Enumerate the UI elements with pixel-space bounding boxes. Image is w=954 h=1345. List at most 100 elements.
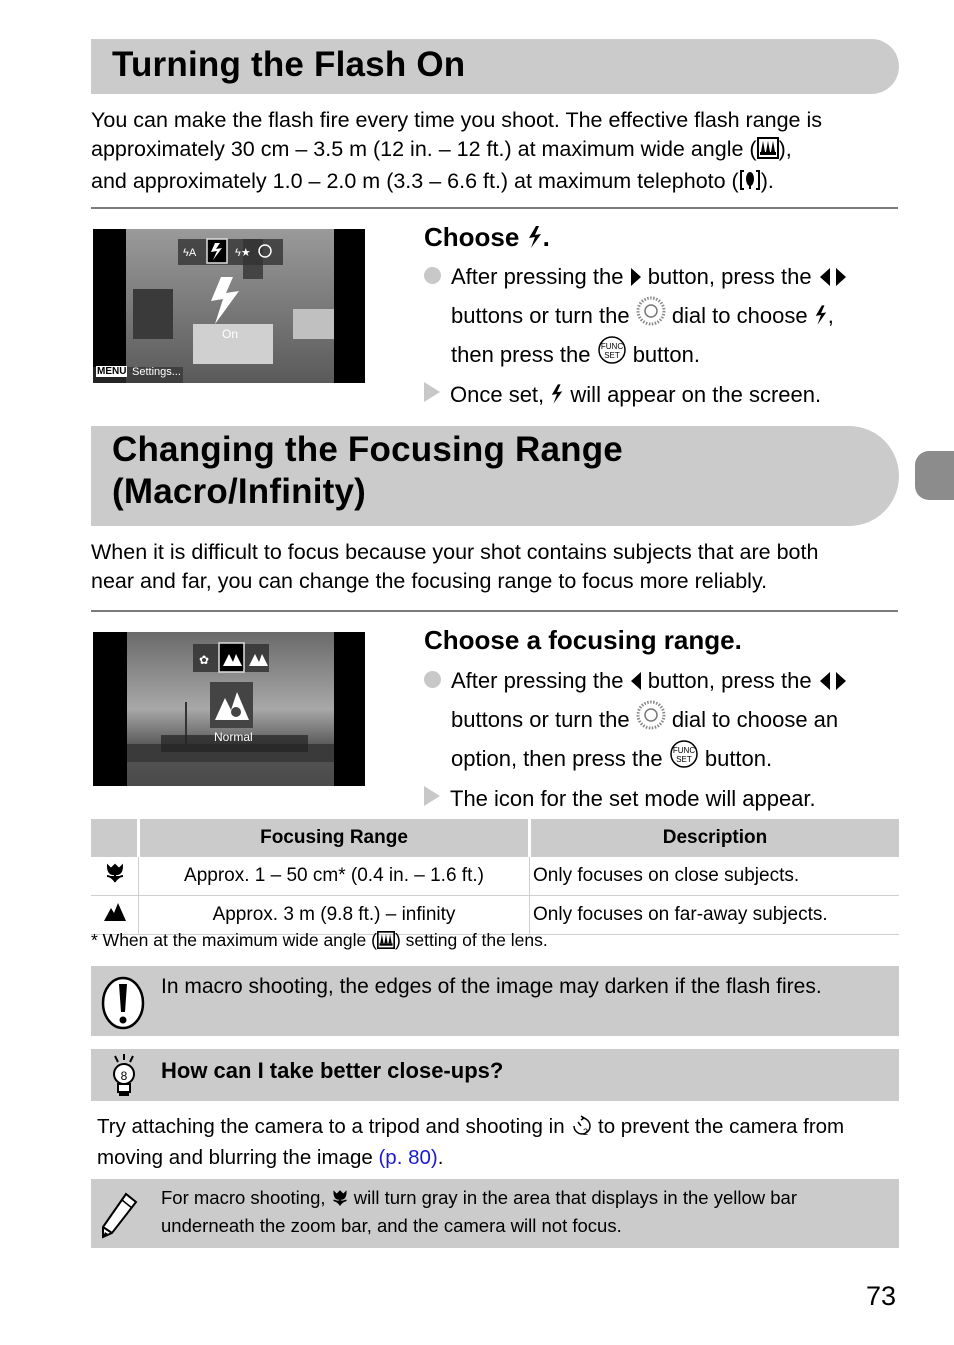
- text: For macro shooting,: [161, 1187, 326, 1208]
- page-number: 73: [866, 1281, 897, 1311]
- screen-mode-label: On: [222, 327, 239, 341]
- intro-line: near and far, you can change the focusin…: [91, 569, 768, 593]
- bullet-dot-icon: [424, 267, 441, 284]
- table-header-description: Description: [529, 819, 899, 857]
- left-arrow-button-icon: [630, 667, 642, 700]
- self-timer-2s-icon: 2: [570, 1114, 592, 1144]
- divider: [91, 610, 898, 612]
- screen-menu-label: MENU: [96, 366, 128, 377]
- flash-icon: [814, 302, 828, 335]
- screen-mode-label: Normal: [214, 730, 253, 744]
- tip-line: Try attaching the camera to a tripod and…: [97, 1113, 897, 1144]
- text: button, press the: [647, 668, 812, 693]
- step-line: then press the FUNC SET button.: [424, 335, 904, 374]
- table-footnote: * When at the maximum wide angle ( ) sett…: [91, 930, 548, 954]
- text: will appear on the screen.: [570, 382, 822, 407]
- text: to prevent the camera from: [598, 1115, 845, 1138]
- func-set-button-icon: FUNC SET: [597, 335, 627, 374]
- table-header-icon: [91, 819, 140, 857]
- flash-icon: [527, 224, 543, 256]
- table-cell-range: Approx. 1 – 50 cm* (0.4 in. – 1.6 ft.): [138, 857, 530, 896]
- tip-text: Try attaching the camera to a tripod and…: [97, 1113, 897, 1172]
- intro-line: and approximately 1.0 – 2.0 m (3.3 – 6.6…: [91, 167, 911, 199]
- text: option, then press the: [451, 746, 663, 771]
- text: ),: [778, 137, 792, 161]
- wide-angle-icon: [376, 931, 395, 954]
- step-result: Once set, will appear on the screen.: [424, 378, 904, 414]
- text: ) setting of the lens.: [394, 930, 548, 950]
- camera-screen-focus: ✿ Normal: [93, 632, 365, 786]
- table-row: Approx. 3 m (9.8 ft.) – infinity Only fo…: [91, 895, 899, 935]
- text: ).: [760, 169, 774, 193]
- text: dial to choose an: [671, 707, 839, 732]
- text: approximately 30 cm – 3.5 m (12 in. – 12…: [91, 137, 757, 161]
- text: ,: [827, 303, 834, 328]
- svg-text:FUNC: FUNC: [600, 342, 622, 351]
- text: then press the: [451, 342, 591, 367]
- intro-line: approximately 30 cm – 3.5 m (12 in. – 12…: [91, 135, 911, 167]
- text: buttons or turn the: [451, 707, 630, 732]
- heading-focus-line2: (Macro/Infinity): [112, 472, 367, 511]
- step-heading-focus: Choose a focusing range.: [424, 625, 742, 655]
- step-heading-flash: Choose .: [424, 221, 550, 256]
- svg-text:ϟ★: ϟ★: [235, 247, 251, 259]
- text: After pressing the: [451, 668, 624, 693]
- lightbulb-icon: 8: [109, 1054, 139, 1103]
- table-cell-description: Only focuses on far-away subjects.: [529, 895, 899, 935]
- text: button, press the: [647, 264, 812, 289]
- svg-text:ϟA: ϟA: [183, 247, 197, 259]
- svg-text:SET: SET: [604, 351, 620, 360]
- table-header-row: Focusing Range Description: [91, 819, 899, 857]
- divider: [91, 207, 898, 209]
- step-body-flash: After pressing the button, press the but…: [424, 260, 904, 414]
- chapter-tab: [915, 451, 954, 500]
- result-arrow-icon: [424, 382, 440, 402]
- section-title-flash: Turning the Flash On: [91, 39, 899, 94]
- telephoto-icon: [739, 169, 761, 199]
- pencil-icon: [100, 1191, 140, 1244]
- tip-heading: How can I take better close-ups?: [161, 1058, 504, 1083]
- table-cell-range: Approx. 3 m (9.8 ft.) – infinity: [138, 895, 530, 935]
- camera-screen-flash: ϟA ϟ★ On MENU Settings...: [93, 229, 365, 383]
- memo-text: For macro shooting, will turn gray in th…: [161, 1185, 797, 1238]
- control-dial-icon: [636, 700, 666, 739]
- text: Try attaching the camera to a tripod and…: [97, 1115, 565, 1138]
- tip-line: moving and blurring the image (p. 80).: [97, 1144, 897, 1172]
- text: moving and blurring the image: [97, 1146, 373, 1169]
- focusing-range-table: Focusing Range Description Approx. 1 – 5…: [91, 819, 899, 935]
- caution-text: In macro shooting, the edges of the imag…: [161, 975, 822, 998]
- text: The icon for the set mode will appear.: [450, 786, 816, 811]
- caution-icon: [101, 976, 145, 1035]
- focus-intro: When it is difficult to focus because yo…: [91, 538, 911, 596]
- text: .: [542, 222, 550, 252]
- intro-line: When it is difficult to focus because yo…: [91, 540, 819, 564]
- table-header-range: Focusing Range: [138, 819, 531, 857]
- step-line: buttons or turn the dial to choose ,: [424, 296, 904, 335]
- memo-line: For macro shooting, will turn gray in th…: [161, 1185, 797, 1213]
- result-arrow-icon: [424, 786, 440, 806]
- bullet-dot-icon: [424, 671, 441, 688]
- text: * When at the maximum wide angle (: [91, 930, 377, 950]
- table-row: Approx. 1 – 50 cm* (0.4 in. – 1.6 ft.) O…: [91, 857, 899, 896]
- svg-text:✿: ✿: [199, 653, 209, 667]
- text: will turn gray in the area that displays…: [353, 1187, 797, 1208]
- step-line: buttons or turn the dial to choose an: [424, 700, 904, 739]
- heading-flash: Turning the Flash On: [112, 45, 466, 84]
- macro-icon: [91, 857, 139, 896]
- text: Choose: [424, 222, 520, 252]
- text: buttons or turn the: [451, 303, 630, 328]
- func-set-button-icon: FUNC SET: [669, 739, 699, 778]
- text: button.: [632, 342, 700, 367]
- wide-angle-icon: [756, 137, 779, 167]
- page-80-link[interactable]: (p. 80): [378, 1146, 437, 1169]
- svg-text:SET: SET: [676, 755, 692, 764]
- tip-header: 8 How can I take better close-ups?: [91, 1049, 899, 1101]
- caution-box: In macro shooting, the edges of the imag…: [91, 966, 899, 1036]
- text: Once set,: [450, 382, 545, 407]
- intro-line: You can make the flash fire every time y…: [91, 108, 823, 132]
- memo-box: For macro shooting, will turn gray in th…: [91, 1179, 899, 1248]
- step-line: option, then press the FUNC SET button.: [424, 739, 904, 778]
- control-dial-icon: [636, 296, 666, 335]
- left-right-buttons-icon: [818, 667, 848, 700]
- text: dial to choose: [671, 303, 808, 328]
